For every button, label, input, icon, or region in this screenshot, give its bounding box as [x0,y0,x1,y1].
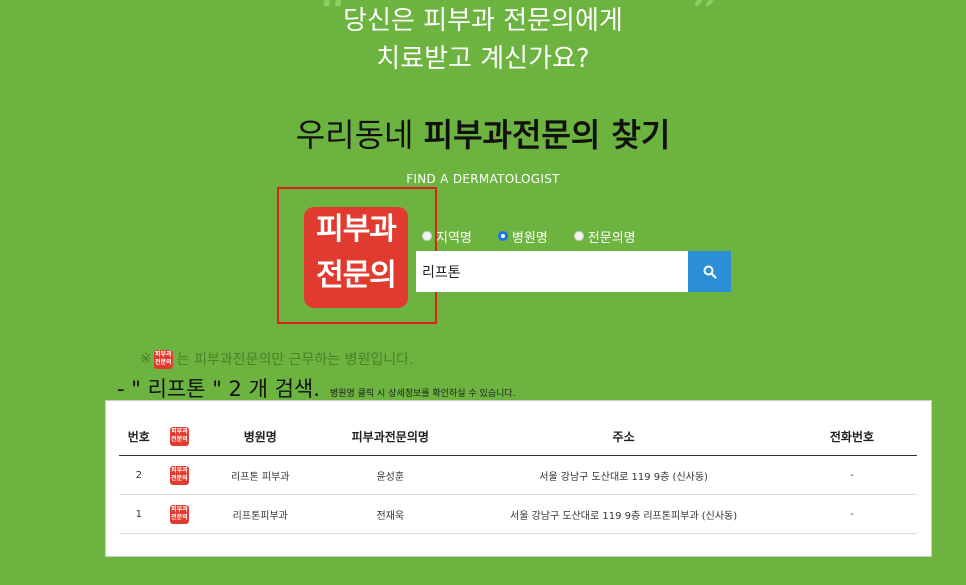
col-phone: 전화번호 [786,417,917,456]
radio-region[interactable]: 지역명 [422,227,472,246]
col-badge: 피부과 전문의 [158,417,201,456]
radio-region-label: 지역명 [436,230,472,246]
col-no: 번호 [119,417,159,456]
cell-no: 1 [119,494,159,534]
cell-no: 2 [119,455,159,495]
col-address: 주소 [460,417,787,456]
table-row[interactable]: 1 피부과 전문의 리프톤피부과 전재욱 서울 강남구 도산대로 119 9층 리… [119,494,917,534]
dermatologist-badge-icon: 피부과 전문의 [169,504,189,524]
cell-hospital-link[interactable]: 리프톤피부과 [200,494,321,534]
logo-line2: 전문의 [316,258,397,293]
results-table: 번호 피부과 전문의 병원명 피부과전문의명 주소 전화번호 2 피부과 전문의 리… [119,417,917,534]
radio-doctor-label: 전문의명 [587,230,636,246]
radio-hospital-label: 병원명 [511,230,548,246]
search-input[interactable] [416,251,688,292]
dermatologist-badge-icon: 피부과 전문의 [169,426,189,446]
cell-phone: - [786,455,917,495]
page-title: 우리동네 피부과전문의 찾기 [0,110,966,156]
table-header-row: 번호 피부과 전문의 병원명 피부과전문의명 주소 전화번호 [119,417,917,456]
table-row[interactable]: 2 피부과 전문의 리프톤 피부과 윤성훈 서울 강남구 도산대로 119 9층 … [119,455,917,495]
col-doctor: 피부과전문의명 [320,417,461,456]
cell-badge: 피부과 전문의 [158,455,201,495]
radio-doctor-dot[interactable] [573,231,584,241]
dermatologist-logo: 피부과 전문의 [304,207,408,308]
page-title-prefix: 우리동네 [295,116,414,154]
search-icon [703,265,717,279]
cell-address: 서울 강남구 도산대로 119 9층 리프톤피부과 (신사동) [460,494,787,534]
search-result-summary: - " 리프톤 " 2 개 검색. 병원명 클릭 시 상세정보를 확인하실 수 … [117,373,516,403]
result-count: - " 리프톤 " 2 개 검색. [117,377,320,401]
dermatologist-badge-icon: 피부과 전문의 [153,349,173,369]
notice-message: 는 피부과전문의만 근무하는 병원입니다. [176,352,414,368]
header: “ ” 당신은 피부과 전문의에게 치료받고 계신가요? [0,0,966,90]
notice-text: ※ 피부과 전문의 는 피부과전문의만 근무하는 병원입니다. [140,349,414,369]
logo-line1: 피부과 [316,212,397,247]
radio-doctor[interactable]: 전문의명 [573,227,636,246]
dermatologist-badge-icon: 피부과 전문의 [169,465,189,485]
cell-address: 서울 강남구 도산대로 119 9층 (신사동) [460,455,787,495]
cell-phone: - [786,494,917,534]
page-subtitle: FIND A DERMATOLOGIST [406,172,560,186]
cell-doctor: 전재욱 [320,494,461,534]
page-title-bold: 피부과전문의 찾기 [423,116,671,154]
result-hint: 병원명 클릭 시 상세정보를 확인하실 수 있습니다. [329,389,516,399]
radio-hospital[interactable]: 병원명 [497,227,548,246]
col-hospital: 병원명 [200,417,321,456]
cell-doctor: 윤성훈 [320,455,461,495]
headline-line2: 치료받고 계신가요? [376,44,590,74]
cell-badge: 피부과 전문의 [158,494,201,534]
radio-hospital-dot[interactable] [497,231,508,241]
radio-region-dot[interactable] [422,231,432,241]
search-type-radio-group: 지역명 병원명 전문의명 [422,227,662,246]
notice-prefix: ※ [140,351,152,367]
cell-hospital-link[interactable]: 리프톤 피부과 [200,455,321,495]
search-button[interactable] [688,251,731,292]
headline-line1: 당신은 피부과 전문의에게 [343,6,623,36]
results-table-card: 번호 피부과 전문의 병원명 피부과전문의명 주소 전화번호 2 피부과 전문의 리… [105,400,932,557]
